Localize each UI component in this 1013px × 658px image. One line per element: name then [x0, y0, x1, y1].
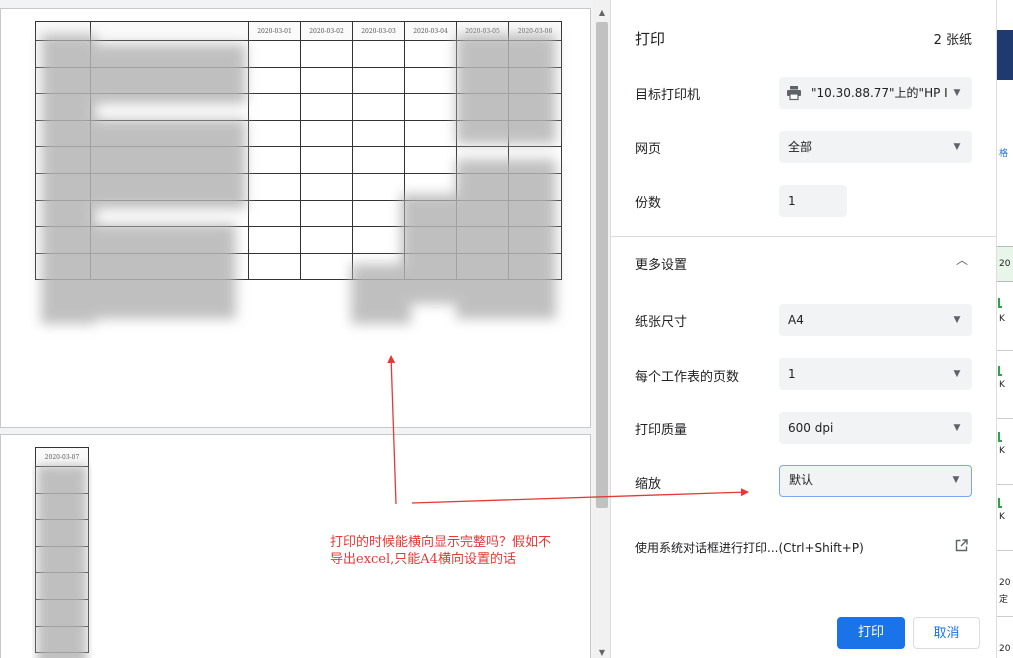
pages-per-sheet-select[interactable]: 1 ▼ [779, 358, 972, 390]
cancel-button[interactable]: 取消 [913, 617, 980, 649]
destination-value: "10.30.88.77"上的"HP I [811, 86, 948, 100]
copies-label: 份数 [635, 196, 662, 211]
quality-label: 打印质量 [635, 423, 688, 438]
scale-label: 缩放 [635, 477, 662, 492]
check-icon [998, 366, 1002, 376]
check-icon [998, 298, 1002, 308]
paper-size-value: A4 [788, 313, 804, 327]
system-dialog-link[interactable]: 使用系统对话框进行打印...(Ctrl+Shift+P) [635, 539, 864, 556]
chevron-down-icon: ▼ [950, 77, 964, 109]
background-divider [997, 350, 1013, 351]
panel-title: 打印 [635, 30, 666, 48]
redacted-content [37, 465, 87, 658]
scroll-down-arrow-icon[interactable]: ▼ [596, 648, 608, 658]
redacted-content [41, 34, 556, 324]
check-icon [998, 498, 1002, 508]
print-button[interactable]: 打印 [837, 617, 905, 649]
quality-select[interactable]: 600 dpi ▼ [779, 412, 972, 444]
paper-size-label: 纸张尺寸 [635, 315, 688, 330]
more-settings-toggle[interactable]: 更多设置 [635, 254, 687, 273]
background-fragment: K [999, 314, 1005, 324]
scale-value: 默认 [789, 473, 814, 487]
pages-value: 全部 [788, 140, 813, 154]
destination-label: 目标打印机 [635, 88, 701, 103]
pages-per-sheet-value: 1 [788, 367, 796, 381]
chevron-down-icon: ▼ [953, 423, 961, 433]
annotation-line: 导出excel,只能A4横向设置的话 [330, 552, 516, 567]
annotation-note: 打印的时候能横向显示完整吗？假如不 导出excel,只能A4横向设置的话 [330, 534, 615, 568]
pages-per-sheet-label: 每个工作表的页数 [635, 370, 740, 385]
background-divider [997, 484, 1013, 485]
pages-select[interactable]: 全部 ▼ [779, 131, 972, 163]
chevron-down-icon: ▼ [953, 315, 961, 325]
background-fragment: K [999, 512, 1005, 522]
scale-select[interactable]: 默认 ▼ [779, 465, 972, 497]
print-settings-panel: 打印 2 张纸 目标打印机 "10.30.88.77"上的"HP I ▼ 网页 … [610, 0, 997, 658]
print-preview-window: 2020-03-01 2020-03-02 2020-03-03 2020-03… [0, 0, 1013, 658]
annotation-line: 打印的时候能横向显示完整吗？假如不 [330, 535, 552, 550]
background-fragment: 20 [999, 644, 1011, 654]
background-divider [997, 418, 1013, 419]
panel-divider [611, 236, 997, 237]
scroll-up-arrow-icon[interactable]: ▲ [596, 8, 608, 18]
check-icon [998, 432, 1002, 442]
chevron-down-icon: ▼ [953, 142, 961, 152]
chevron-down-icon: ▼ [953, 369, 961, 379]
printer-icon [787, 86, 801, 101]
background-fragment: 20 [999, 259, 1011, 269]
destination-select[interactable]: "10.30.88.77"上的"HP I ▼ [779, 77, 972, 109]
background-fragment: 定 [999, 595, 1009, 605]
chevron-down-icon: ▼ [952, 475, 960, 485]
pages-label: 网页 [635, 142, 662, 157]
quality-value: 600 dpi [788, 421, 834, 435]
background-fragment: K [999, 446, 1005, 456]
copies-input[interactable]: 1 [779, 185, 847, 217]
background-fragment: 格 [999, 149, 1009, 159]
preview-scrollbar-thumb[interactable] [596, 22, 608, 508]
background-app: 格 20 K K K K 20 定 20 [996, 0, 1013, 658]
open-in-new-icon[interactable] [955, 539, 968, 552]
background-app-header [997, 30, 1013, 80]
paper-size-select[interactable]: A4 ▼ [779, 304, 972, 336]
background-divider [997, 616, 1013, 617]
preview-page-1: 2020-03-01 2020-03-02 2020-03-03 2020-03… [0, 8, 591, 428]
sheet-count: 2 张纸 [933, 33, 972, 48]
background-fragment: 20 [999, 578, 1011, 588]
background-divider [997, 550, 1013, 551]
chevron-up-icon[interactable]: ︿ [956, 251, 968, 268]
background-fragment: K [999, 380, 1005, 390]
